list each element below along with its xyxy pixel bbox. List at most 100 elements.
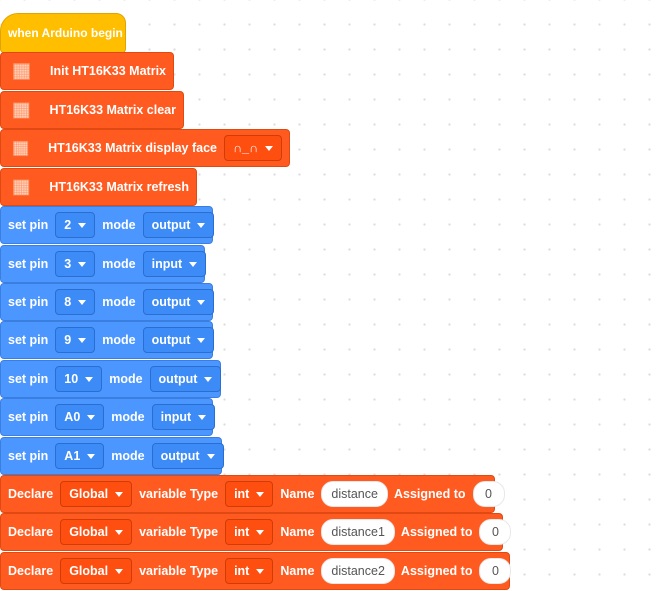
mode-value: output — [158, 372, 198, 386]
name-label: Name — [280, 564, 315, 578]
set-pin-block[interactable]: set pin 10 mode output — [0, 360, 222, 398]
set-pin-block[interactable]: set pin A1 mode output — [0, 437, 224, 475]
caret-down-icon — [206, 453, 215, 459]
mode-dropdown[interactable]: output — [142, 212, 215, 238]
mode-value: input — [151, 257, 183, 271]
caret-down-icon — [189, 261, 198, 267]
pin-dropdown[interactable]: A0 — [55, 404, 105, 430]
pin-dropdown[interactable]: 2 — [55, 212, 96, 238]
led-matrix-icon — [13, 101, 30, 119]
variable-name-input[interactable]: distance2 — [321, 558, 395, 584]
matrix-clear-label: HT16K33 Matrix clear — [49, 103, 176, 117]
pin-dropdown[interactable]: A1 — [55, 443, 105, 469]
pin-value: A0 — [64, 410, 81, 424]
when-arduino-begin-block[interactable]: when Arduino begin — [0, 13, 126, 53]
assigned-to-label: Assigned to — [393, 487, 466, 501]
assigned-to-label: Assigned to — [400, 525, 473, 539]
name-label: Name — [280, 487, 315, 501]
led-matrix-icon — [12, 140, 29, 156]
matrix-refresh-label: HT16K33 Matrix refresh — [49, 180, 189, 194]
scope-dropdown[interactable]: Global — [60, 481, 133, 507]
caret-down-icon — [204, 376, 213, 382]
caret-down-icon — [256, 491, 265, 497]
pin-dropdown[interactable]: 10 — [55, 366, 103, 392]
mode-dropdown[interactable]: output — [151, 443, 224, 469]
declare-label: Declare — [8, 487, 54, 501]
caret-down-icon — [115, 491, 124, 497]
type-value: int — [234, 487, 250, 501]
set-pin-block[interactable]: set pin 8 mode output — [0, 283, 215, 321]
variable-type-label: variable Type — [139, 525, 219, 539]
caret-down-icon — [256, 529, 265, 535]
matrix-display-face-label: HT16K33 Matrix display face — [48, 141, 217, 155]
caret-down-icon — [78, 337, 87, 343]
type-dropdown[interactable]: int — [225, 519, 274, 545]
mode-label: mode — [109, 372, 143, 386]
caret-down-icon — [78, 299, 87, 305]
mode-dropdown[interactable]: output — [149, 366, 222, 392]
pin-dropdown[interactable]: 9 — [55, 327, 96, 353]
face-dropdown[interactable]: ∩_∩ — [223, 135, 282, 161]
pin-dropdown[interactable]: 3 — [55, 251, 96, 277]
set-pin-block[interactable]: set pin 2 mode output — [0, 206, 215, 244]
set-pin-block[interactable]: set pin A0 mode input — [0, 398, 216, 436]
caret-down-icon — [197, 222, 206, 228]
variable-type-label: variable Type — [139, 487, 219, 501]
set-pin-label: set pin — [8, 333, 49, 347]
mode-dropdown[interactable]: output — [142, 289, 215, 315]
declare-variable-block[interactable]: Declare Global variable Type int Name di… — [0, 552, 512, 590]
set-pin-block[interactable]: set pin 9 mode output — [0, 321, 215, 359]
matrix-refresh-block[interactable]: HT16K33 Matrix refresh — [0, 168, 197, 206]
type-dropdown[interactable]: int — [225, 481, 274, 507]
scope-value: Global — [69, 487, 109, 501]
pin-dropdown[interactable]: 8 — [55, 289, 96, 315]
caret-down-icon — [87, 414, 96, 420]
mode-value: output — [151, 218, 191, 232]
pin-value: 8 — [64, 295, 72, 309]
declare-label: Declare — [8, 564, 54, 578]
mode-value: output — [160, 449, 200, 463]
variable-name-input[interactable]: distance1 — [321, 519, 395, 545]
caret-down-icon — [115, 529, 124, 535]
set-pin-label: set pin — [8, 372, 49, 386]
blocks-workspace[interactable]: when Arduino begin Init HT16K33 Matrix H… — [0, 0, 666, 591]
type-dropdown[interactable]: int — [225, 558, 274, 584]
matrix-clear-block[interactable]: HT16K33 Matrix clear — [0, 91, 184, 129]
type-value: int — [234, 564, 250, 578]
variable-name-input[interactable]: distance — [321, 481, 388, 507]
init-matrix-block[interactable]: Init HT16K33 Matrix — [0, 52, 174, 90]
mode-label: mode — [111, 410, 145, 424]
mode-dropdown[interactable]: output — [142, 327, 215, 353]
mode-dropdown[interactable]: input — [142, 251, 207, 277]
initial-value-input[interactable]: 0 — [479, 519, 512, 545]
caret-down-icon — [78, 261, 87, 267]
caret-down-icon — [256, 568, 265, 574]
type-value: int — [234, 525, 250, 539]
name-label: Name — [280, 525, 315, 539]
mode-label: mode — [102, 333, 136, 347]
caret-down-icon — [78, 222, 87, 228]
caret-down-icon — [87, 453, 96, 459]
mode-dropdown[interactable]: input — [151, 404, 216, 430]
assigned-to-label: Assigned to — [400, 564, 473, 578]
hat-label: when Arduino begin — [8, 26, 123, 40]
initial-value-input[interactable]: 0 — [472, 481, 505, 507]
scope-dropdown[interactable]: Global — [60, 558, 133, 584]
scope-dropdown[interactable]: Global — [60, 519, 133, 545]
pin-value: 10 — [64, 372, 79, 386]
caret-down-icon — [265, 145, 273, 151]
caret-down-icon — [198, 414, 207, 420]
led-matrix-icon — [13, 178, 30, 196]
matrix-display-face-block[interactable]: HT16K33 Matrix display face ∩_∩ — [0, 129, 290, 167]
pin-value: 3 — [64, 257, 72, 271]
caret-down-icon — [115, 568, 124, 574]
declare-variable-block[interactable]: Declare Global variable Type int Name di… — [0, 475, 505, 513]
face-value: ∩_∩ — [232, 141, 258, 155]
caret-down-icon — [197, 299, 206, 305]
pin-value: 2 — [64, 218, 72, 232]
declare-variable-block[interactable]: Declare Global variable Type int Name di… — [0, 513, 512, 551]
set-pin-block[interactable]: set pin 3 mode input — [0, 245, 207, 283]
set-pin-label: set pin — [8, 449, 49, 463]
scope-value: Global — [69, 525, 109, 539]
initial-value-input[interactable]: 0 — [479, 558, 512, 584]
